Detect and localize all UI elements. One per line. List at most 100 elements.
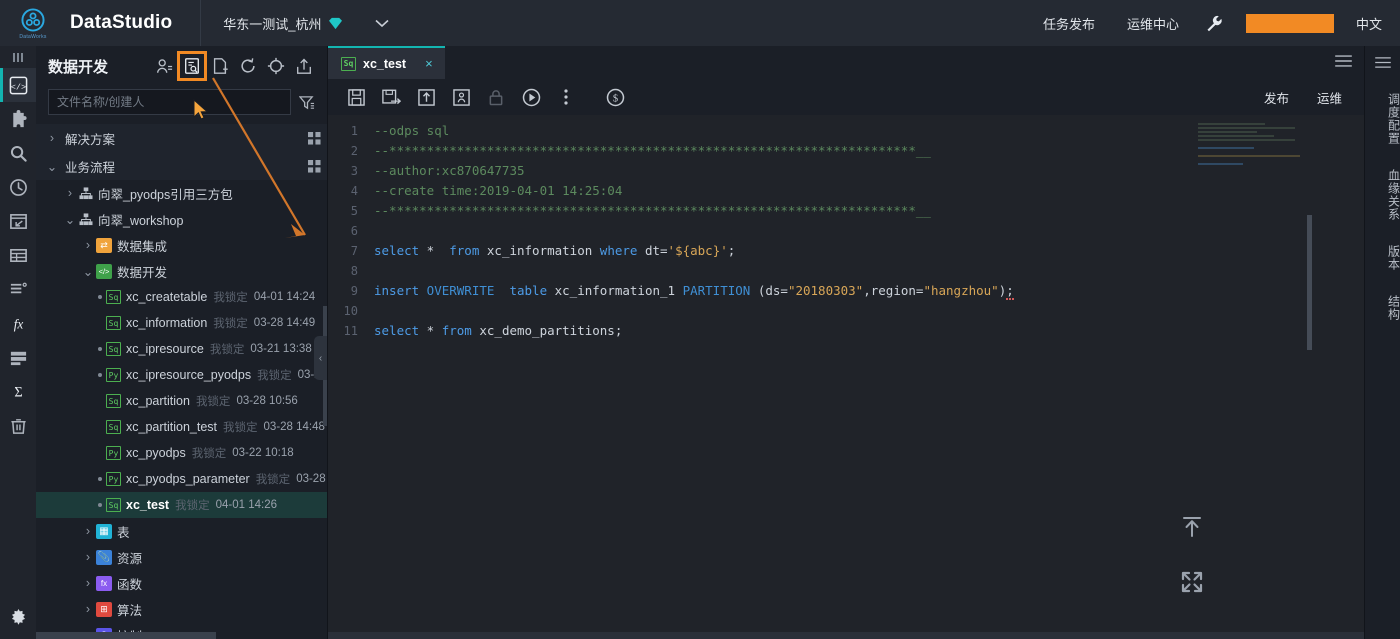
tree-file-row[interactable]: Sq xc_createtable 我锁定 04-01 14:24 — [36, 284, 327, 310]
tree-workflow-workshop[interactable]: ⌄ 向翠_workshop — [36, 206, 327, 232]
rail-item-plugin[interactable] — [0, 102, 36, 136]
code-text[interactable] — [368, 221, 374, 241]
code-text[interactable] — [368, 301, 374, 321]
rail-item-tables[interactable] — [0, 238, 36, 272]
tree-section-solutions[interactable]: › 解决方案 — [36, 124, 327, 152]
code-text[interactable]: --create time:2019-04-01 14:25:04 — [368, 181, 622, 201]
tree-folder-label: 数据集成 — [117, 236, 167, 255]
save-as-icon — [382, 89, 401, 106]
rail-item-search[interactable] — [0, 136, 36, 170]
tree-file-row[interactable]: Py xc_pyodps_parameter 我锁定 03-28 14: — [36, 466, 327, 492]
file-add-icon-button[interactable] — [207, 53, 233, 79]
tree-folder-data-dev[interactable]: ⌄ </> 数据开发 — [36, 258, 327, 284]
save-as-button[interactable] — [375, 82, 407, 112]
rail-item-trash[interactable] — [0, 408, 36, 442]
tree-section-workflows[interactable]: ⌄ 业务流程 — [36, 152, 327, 180]
filter-button[interactable] — [297, 90, 317, 114]
file-lock-label: 我锁定 — [213, 315, 248, 331]
person-add-icon-button[interactable] — [151, 53, 177, 79]
right-rail: 调度配置 血缘关系 版本 结构 — [1364, 46, 1400, 639]
fullscreen-button[interactable] — [1180, 570, 1204, 599]
panel-collapse-handle[interactable]: ‹ — [314, 336, 327, 380]
rail-item-database[interactable] — [0, 340, 36, 374]
cost-estimate-button[interactable]: $ — [599, 82, 631, 112]
line-number: 10 — [328, 301, 368, 321]
grid-icon[interactable] — [308, 132, 321, 145]
panel-toolbar — [151, 53, 317, 79]
panel-toggle-button[interactable] — [0, 46, 36, 68]
workflow-icon — [78, 186, 93, 200]
panel-horizontal-scrollbar[interactable] — [36, 632, 216, 639]
code-text[interactable]: select * from xc_information where dt='$… — [368, 241, 735, 261]
tree-file-row[interactable]: Sq xc_information 我锁定 03-28 14:49 — [36, 310, 327, 336]
file-lock-label: 我锁定 — [213, 289, 248, 305]
rail-item-history[interactable] — [0, 170, 36, 204]
document-search-icon-button[interactable] — [179, 53, 205, 79]
right-rail-menu-button[interactable] — [1365, 46, 1400, 79]
search-box[interactable] — [48, 89, 291, 115]
right-rail-lineage[interactable]: 血缘关系 — [1365, 155, 1400, 231]
locate-icon-button[interactable] — [263, 53, 289, 79]
rail-item-function[interactable]: fx — [0, 306, 36, 340]
tree-file-row[interactable]: Sq xc_ipresource 我锁定 03-21 13:38 — [36, 336, 327, 362]
tree-workflow-pyodps[interactable]: › 向翠_pyodps引用三方包 — [36, 180, 327, 206]
code-text[interactable]: --**************************************… — [368, 201, 931, 221]
rail-item-settings[interactable] — [0, 605, 36, 639]
code-text[interactable]: insert OVERWRITE table xc_information_1 … — [368, 281, 1014, 301]
wrench-button[interactable] — [1195, 14, 1234, 33]
close-icon[interactable]: × — [425, 56, 433, 71]
more-button[interactable] — [550, 82, 582, 112]
tree-category-resources[interactable]: › 📎 资源 — [36, 544, 327, 570]
search-input[interactable] — [57, 95, 282, 109]
tree-folder-data-integration[interactable]: › ⇄ 数据集成 — [36, 232, 327, 258]
project-selector[interactable]: 华东一测试_杭州 — [201, 0, 356, 46]
logo[interactable]: DataWorks — [0, 0, 66, 46]
rail-item-code[interactable]: </> — [0, 68, 36, 102]
code-text[interactable] — [368, 261, 374, 281]
submit-button[interactable] — [410, 82, 442, 112]
code-text[interactable]: --author:xc870647735 — [368, 161, 525, 181]
tree-file-row[interactable]: Sq xc_partition 我锁定 03-28 10:56 — [36, 388, 327, 414]
sql-file-badge: Sq — [106, 290, 121, 304]
rail-item-import[interactable] — [0, 204, 36, 238]
editor-horizontal-scrollbar[interactable] — [328, 632, 1364, 639]
upload-icon-button[interactable] — [291, 53, 317, 79]
task-publish-link[interactable]: 任务发布 — [1027, 14, 1111, 33]
editor-vertical-scrollbar[interactable] — [1307, 215, 1312, 350]
ops-center-link[interactable]: 运维中心 — [1111, 14, 1195, 33]
code-text[interactable]: --odps sql — [368, 121, 449, 141]
rail-item-sigma[interactable]: Σ — [0, 374, 36, 408]
file-lock-label: 我锁定 — [257, 367, 292, 383]
run-button[interactable] — [515, 82, 547, 112]
python-file-badge: Py — [106, 472, 121, 486]
publish-button[interactable]: 发布 — [1250, 88, 1303, 107]
modified-dot — [94, 477, 106, 481]
right-rail-schedule-config[interactable]: 调度配置 — [1365, 79, 1400, 155]
grid-icon[interactable] — [308, 160, 321, 173]
lock-button[interactable] — [480, 82, 512, 112]
code-editor[interactable]: 1--odps sql2--**************************… — [328, 115, 1364, 639]
assign-owner-button[interactable] — [445, 82, 477, 112]
editor-menu-button[interactable] — [1323, 54, 1364, 72]
code-line: 8 — [328, 261, 1364, 281]
project-dropdown-toggle[interactable] — [357, 0, 407, 46]
language-switch[interactable]: 中文 — [1346, 14, 1400, 33]
tree-file-row[interactable]: Py xc_pyodps 我锁定 03-22 10:18 — [36, 440, 327, 466]
save-button[interactable] — [340, 82, 372, 112]
editor-tab-xc-test[interactable]: Sq xc_test × — [328, 46, 445, 79]
tree-file-row[interactable]: Py xc_ipresource_pyodps 我锁定 03-21 13: — [36, 362, 327, 388]
rail-item-list[interactable] — [0, 272, 36, 306]
tree-file-row-selected[interactable]: Sq xc_test 我锁定 04-01 14:26 — [36, 492, 327, 518]
right-rail-version[interactable]: 版本 — [1365, 231, 1400, 281]
ops-button[interactable]: 运维 — [1303, 88, 1364, 107]
tree-category-tables[interactable]: › ▦ 表 — [36, 518, 327, 544]
code-text[interactable]: select * from xc_demo_partitions; — [368, 321, 622, 341]
code-content[interactable]: 1--odps sql2--**************************… — [328, 115, 1364, 341]
tree-category-functions[interactable]: fx › 函数 — [36, 570, 327, 596]
tree-category-algorithms[interactable]: › ⊞ 算法 — [36, 596, 327, 622]
code-text[interactable]: --**************************************… — [368, 141, 931, 161]
right-rail-structure[interactable]: 结构 — [1365, 281, 1400, 331]
scroll-to-top-button[interactable] — [1180, 515, 1204, 544]
tree-file-row[interactable]: Sq xc_partition_test 我锁定 03-28 14:48 — [36, 414, 327, 440]
refresh-icon-button[interactable] — [235, 53, 261, 79]
